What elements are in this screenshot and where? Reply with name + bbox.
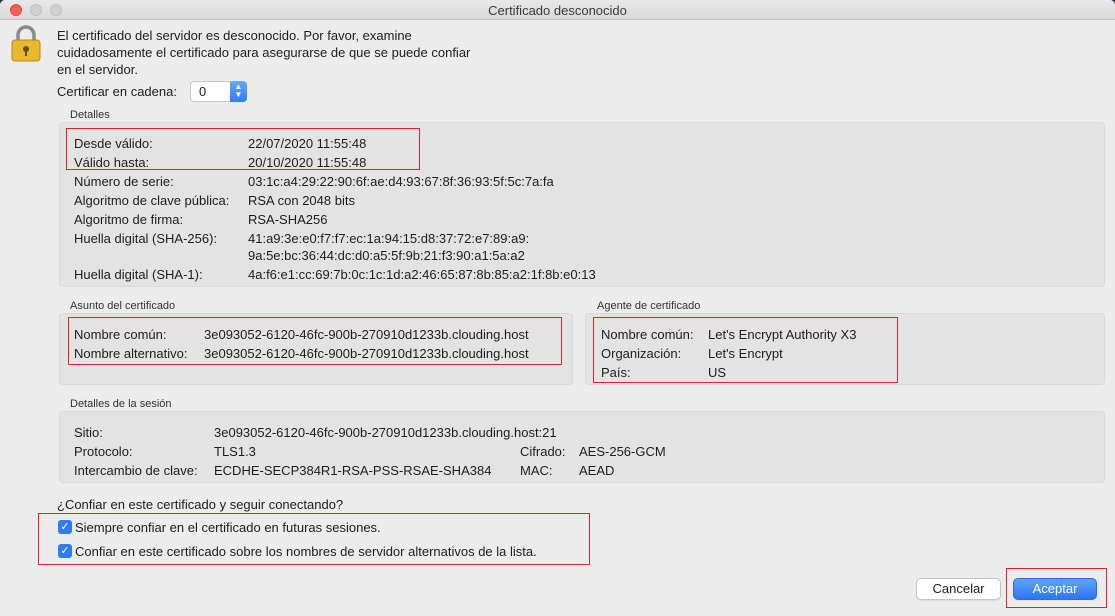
issuer-label: Agente de certificado bbox=[597, 300, 701, 312]
site-value: 3e093052-6120-46fc-900b-270910d1233b.clo… bbox=[214, 425, 557, 440]
issuer-org-label: Organización: bbox=[601, 346, 682, 361]
subject-label: Asunto del certificado bbox=[70, 300, 176, 312]
always-trust-checkbox[interactable]: ✓ bbox=[58, 520, 72, 534]
session-label: Detalles de la sesión bbox=[70, 398, 172, 410]
kex-value: ECDHE-SECP384R1-RSA-PSS-RSAE-SHA384 bbox=[214, 463, 492, 478]
details-label: Detalles bbox=[70, 109, 110, 121]
always-trust-label[interactable]: Siempre confiar en el certificado en fut… bbox=[75, 520, 381, 535]
mac-label: MAC: bbox=[520, 463, 553, 478]
pubkey-label: Algoritmo de clave pública: bbox=[74, 193, 230, 208]
issuer-cn-value: Let's Encrypt Authority X3 bbox=[708, 327, 857, 342]
protocol-label: Protocolo: bbox=[74, 444, 133, 459]
issuer-org-value: Let's Encrypt bbox=[708, 346, 783, 361]
issuer-country-value: US bbox=[708, 365, 727, 380]
sig-value: RSA-SHA256 bbox=[248, 212, 328, 227]
certificate-dialog: Certificado desconocido El certificado d… bbox=[0, 0, 1115, 616]
valid-from-value: 22/07/2020 11:55:48 bbox=[248, 136, 367, 151]
issuer-country-label: País: bbox=[601, 365, 631, 380]
pubkey-value: RSA con 2048 bits bbox=[248, 193, 355, 208]
window-title: Certificado desconocido bbox=[488, 3, 627, 18]
trust-alt-names-checkbox[interactable]: ✓ bbox=[58, 544, 72, 558]
lock-icon bbox=[11, 25, 41, 62]
cancel-button[interactable]: Cancelar bbox=[916, 578, 1001, 600]
sig-label: Algoritmo de firma: bbox=[74, 212, 184, 227]
subject-cn-label: Nombre común: bbox=[74, 327, 167, 342]
checkmark-icon: ✓ bbox=[60, 545, 70, 557]
chevron-updown-icon[interactable]: ▲ ▼ bbox=[230, 81, 247, 102]
checkmark-icon: ✓ bbox=[60, 521, 70, 533]
sha256-value-line1: 41:a9:3e:e0:f7:f7:ec:1a:94:15:d8:37:72:e… bbox=[248, 231, 530, 246]
subject-alt-label: Nombre alternativo: bbox=[74, 346, 188, 361]
trust-alt-names-label[interactable]: Confiar en este certificado sobre los no… bbox=[75, 544, 537, 559]
sha1-value: 4a:f6:e1:cc:69:7b:0c:1c:1d:a2:46:65:87:8… bbox=[248, 267, 596, 282]
chain-stepper[interactable]: 0 ▲ ▼ bbox=[190, 81, 247, 102]
title-bar: Certificado desconocido bbox=[0, 0, 1115, 20]
valid-from-label: Desde válido: bbox=[74, 136, 153, 151]
accept-button[interactable]: Aceptar bbox=[1013, 578, 1097, 600]
valid-until-value: 20/10/2020 11:55:48 bbox=[248, 155, 367, 170]
sha256-label: Huella digital (SHA-256): bbox=[74, 231, 218, 246]
valid-until-label: Válido hasta: bbox=[74, 155, 150, 170]
cipher-value: AES-256-GCM bbox=[579, 444, 666, 459]
sha1-label: Huella digital (SHA-1): bbox=[74, 267, 203, 282]
mac-value: AEAD bbox=[579, 463, 615, 478]
site-label: Sitio: bbox=[74, 425, 103, 440]
serial-label: Número de serie: bbox=[74, 174, 174, 189]
trust-question: ¿Confiar en este certificado y seguir co… bbox=[57, 497, 344, 512]
serial-value: 03:1c:a4:29:22:90:6f:ae:d4:93:67:8f:36:9… bbox=[248, 174, 554, 189]
subject-alt-value: 3e093052-6120-46fc-900b-270910d1233b.clo… bbox=[204, 346, 529, 361]
protocol-value: TLS1.3 bbox=[214, 444, 256, 459]
chain-label: Certificar en cadena: bbox=[57, 84, 177, 99]
sha256-value-line2: 9a:5e:bc:36:44:dc:d0:a5:5f:9b:21:f3:90:a… bbox=[248, 248, 525, 263]
subject-cn-value: 3e093052-6120-46fc-900b-270910d1233b.clo… bbox=[204, 327, 529, 342]
kex-label: Intercambio de clave: bbox=[74, 463, 198, 478]
issuer-cn-label: Nombre común: bbox=[601, 327, 694, 342]
cipher-label: Cifrado: bbox=[520, 444, 566, 459]
intro-text: El certificado del servidor es desconoci… bbox=[57, 28, 471, 77]
chain-value: 0 bbox=[199, 84, 207, 99]
